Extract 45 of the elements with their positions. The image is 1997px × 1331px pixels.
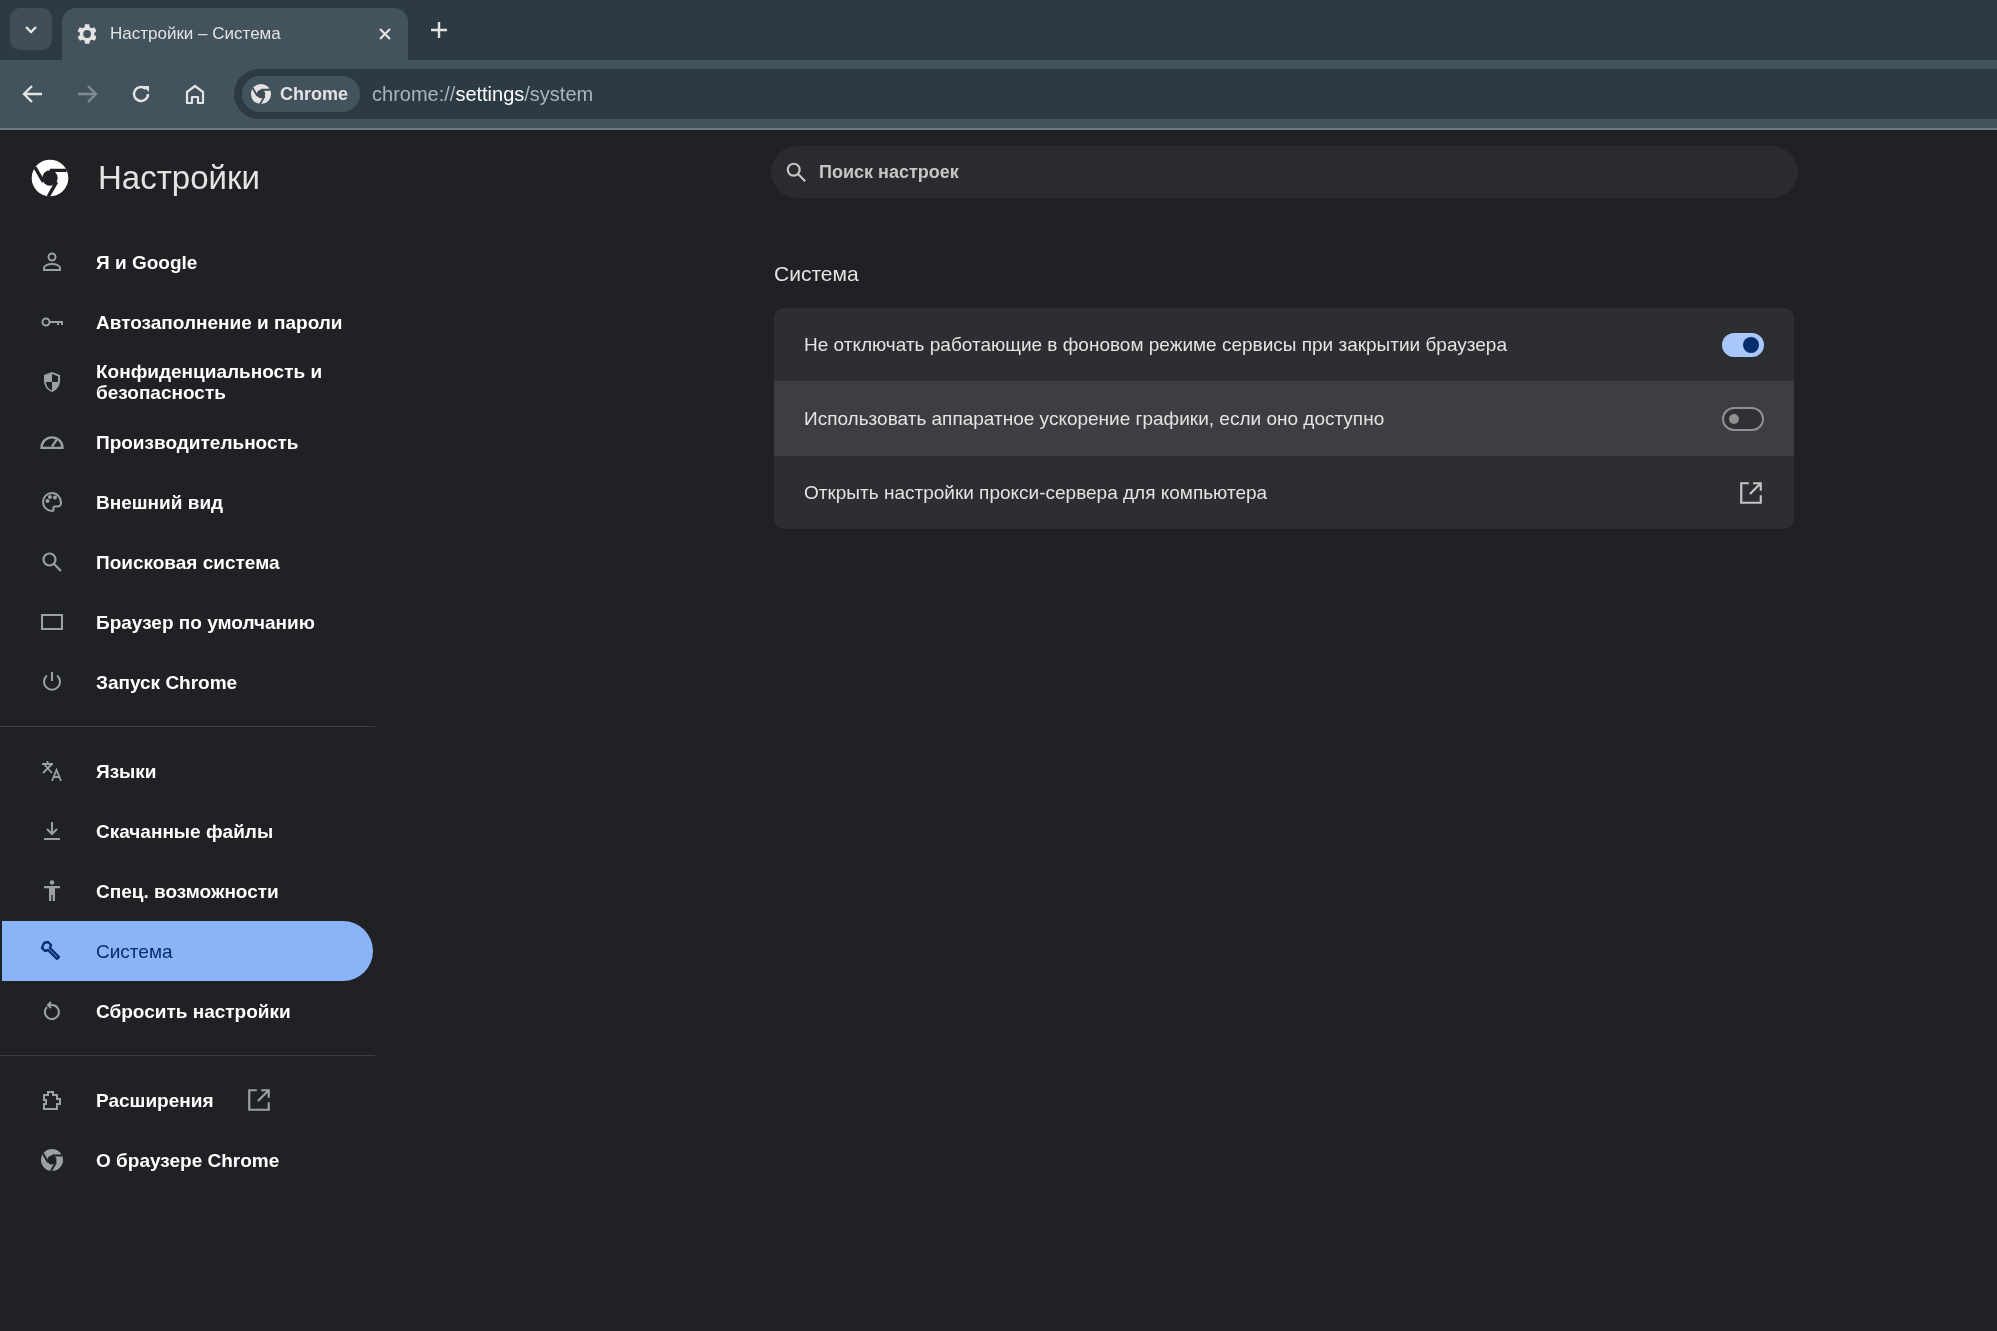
chevron-down-icon	[24, 24, 38, 34]
sidebar-item[interactable]: Поисковая система	[2, 532, 373, 592]
chrome-icon	[40, 1148, 64, 1172]
plus-icon[interactable]	[430, 21, 448, 39]
sidebar-item[interactable]: Система	[2, 921, 373, 981]
sidebar-item[interactable]: Расширения	[2, 1070, 373, 1130]
palette-icon	[40, 490, 64, 514]
sidebar-item[interactable]: Производительность	[2, 412, 373, 472]
page-title: Настройки	[98, 159, 260, 197]
search-field[interactable]: Поиск настроек	[771, 146, 1798, 198]
toggle-switch[interactable]	[1722, 406, 1764, 431]
chrome-logo-icon	[250, 83, 272, 105]
url-text: chrome://settings/system	[372, 82, 594, 106]
sidebar-item[interactable]: Спец. возможности	[2, 861, 373, 921]
section-title: Система	[774, 262, 860, 286]
sidebar-item[interactable]: Сбросить настройки	[2, 981, 373, 1041]
back-arrow-icon[interactable]	[22, 84, 44, 104]
puzzle-icon	[40, 1088, 64, 1112]
toggle-switch[interactable]	[1722, 332, 1764, 357]
sidebar-item[interactable]: Языки	[2, 741, 373, 801]
tab-title: Настройки – Система	[110, 24, 282, 44]
sidebar-item[interactable]: Я и Google	[2, 232, 373, 292]
sidebar-item[interactable]: Скачанные файлы	[2, 801, 373, 861]
sidebar-item[interactable]: Запуск Chrome	[2, 652, 373, 712]
person-icon	[40, 250, 64, 274]
sidebar-item[interactable]: Конфиденциальность и безопасность	[2, 352, 373, 412]
external-link-icon[interactable]	[1738, 479, 1764, 506]
browser-tab[interactable]: Настройки – Система	[62, 8, 408, 60]
power-icon	[40, 670, 64, 694]
address-bar[interactable]: Chrome chrome://settings/system	[234, 69, 1997, 119]
sidebar-item[interactable]: Автозаполнение и пароли	[2, 292, 373, 352]
sidebar-item[interactable]: О браузере Chrome	[2, 1130, 373, 1190]
gear-icon	[76, 24, 96, 44]
sidebar-item[interactable]: Браузер по умолчанию	[2, 592, 373, 652]
close-icon[interactable]	[378, 27, 392, 41]
search-icon	[40, 550, 64, 574]
search-icon	[785, 161, 807, 183]
sidebar-item[interactable]: Внешний вид	[2, 472, 373, 532]
settings-row[interactable]: Использовать аппаратное ускорение графики, если оно доступно	[774, 381, 1794, 455]
chrome-logo-icon	[30, 158, 70, 198]
translate-icon	[40, 759, 64, 783]
site-chip[interactable]: Chrome	[242, 76, 360, 112]
gauge-icon	[40, 435, 64, 449]
reload-icon[interactable]	[130, 83, 152, 105]
home-icon[interactable]	[184, 83, 206, 105]
